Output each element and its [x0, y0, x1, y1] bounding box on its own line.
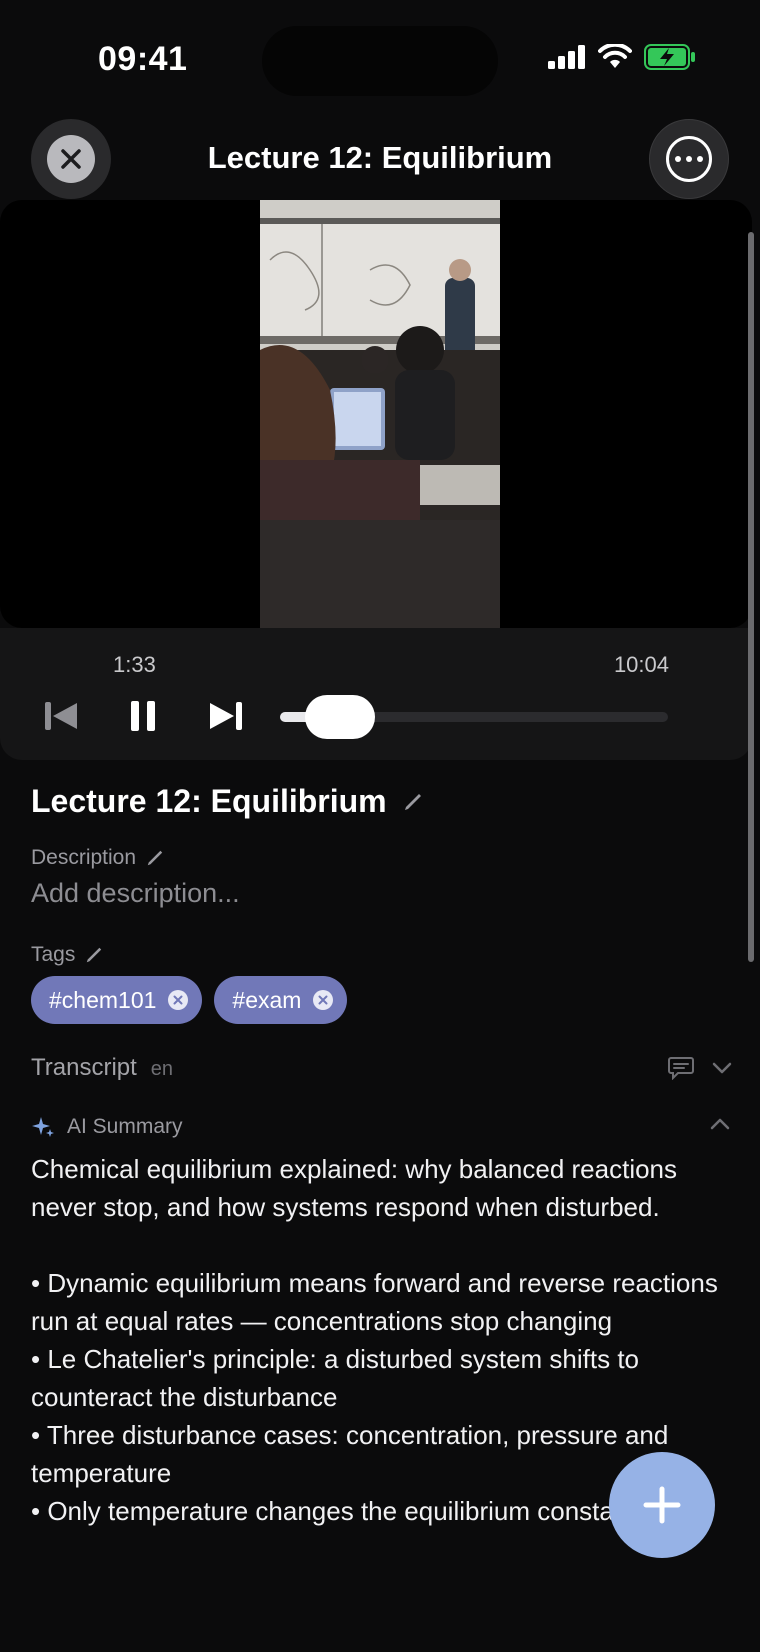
total-time: 10:04 — [613, 652, 669, 677]
transcript-label: Transcript — [31, 1054, 137, 1081]
chevron-up-icon[interactable] — [710, 1118, 730, 1130]
wifi-icon — [598, 44, 632, 68]
status-time: 09:41 — [98, 40, 188, 78]
skip-forward-button[interactable] — [204, 698, 248, 734]
chevron-down-icon[interactable] — [712, 1062, 732, 1074]
battery-charging-icon — [644, 44, 695, 70]
seek-thumb[interactable] — [305, 695, 376, 739]
video-frame-image — [260, 200, 500, 628]
recording-title-row[interactable]: Lecture 12: Equilibrium — [31, 783, 423, 820]
edit-pencil-icon[interactable] — [146, 849, 164, 867]
more-options-button[interactable] — [649, 119, 729, 199]
tag-label: #chem101 — [49, 986, 157, 1013]
skip-back-icon — [45, 702, 77, 730]
transcript-header[interactable]: Transcript en — [31, 1054, 173, 1082]
pause-icon — [131, 701, 155, 731]
edit-pencil-icon[interactable] — [403, 792, 423, 812]
tag-list: #chem101 #exam — [31, 976, 348, 1024]
summary-bullet: • Dynamic equilibrium means forward and … — [31, 1268, 718, 1336]
current-time: 1:33 — [113, 652, 156, 677]
pause-button[interactable] — [121, 698, 165, 734]
description-input[interactable]: Add description... — [31, 878, 240, 909]
remove-tag-icon[interactable] — [313, 990, 334, 1010]
transcript-actions — [668, 1056, 732, 1080]
dynamic-island — [262, 26, 498, 96]
chat-bubble-icon[interactable] — [668, 1056, 694, 1080]
ai-summary-header[interactable]: AI Summary — [31, 1115, 183, 1139]
tags-label: Tags — [31, 943, 76, 966]
summary-intro: Chemical equilibrium explained: why bala… — [31, 1154, 678, 1222]
skip-back-button[interactable] — [39, 698, 83, 734]
description-label: Description — [31, 846, 137, 869]
description-label-row[interactable]: Description — [31, 846, 164, 870]
status-icons — [548, 44, 696, 70]
recording-title: Lecture 12: Equilibrium — [31, 783, 387, 819]
tag-label: #exam — [232, 986, 302, 1013]
cellular-signal-icon — [548, 45, 585, 69]
skip-forward-icon — [210, 702, 242, 730]
tags-label-row[interactable]: Tags — [31, 943, 103, 967]
tag-chip[interactable]: #chem101 — [31, 976, 203, 1024]
playback-controls — [0, 628, 752, 760]
summary-bullet: • Le Chatelier's principle: a disturbed … — [31, 1344, 640, 1412]
tag-chip[interactable]: #exam — [214, 976, 348, 1024]
scrollbar[interactable] — [748, 232, 754, 962]
video-player[interactable] — [0, 200, 752, 628]
edit-pencil-icon[interactable] — [85, 946, 103, 964]
remove-tag-icon[interactable] — [168, 990, 189, 1010]
transcript-language: en — [150, 1058, 174, 1080]
page-title: Lecture 12: Equilibrium — [207, 140, 553, 175]
ellipsis-icon — [666, 136, 712, 182]
ai-summary-label: AI Summary — [67, 1115, 183, 1138]
add-button[interactable] — [609, 1452, 715, 1558]
plus-icon — [643, 1486, 681, 1524]
sparkles-icon — [32, 1117, 54, 1137]
